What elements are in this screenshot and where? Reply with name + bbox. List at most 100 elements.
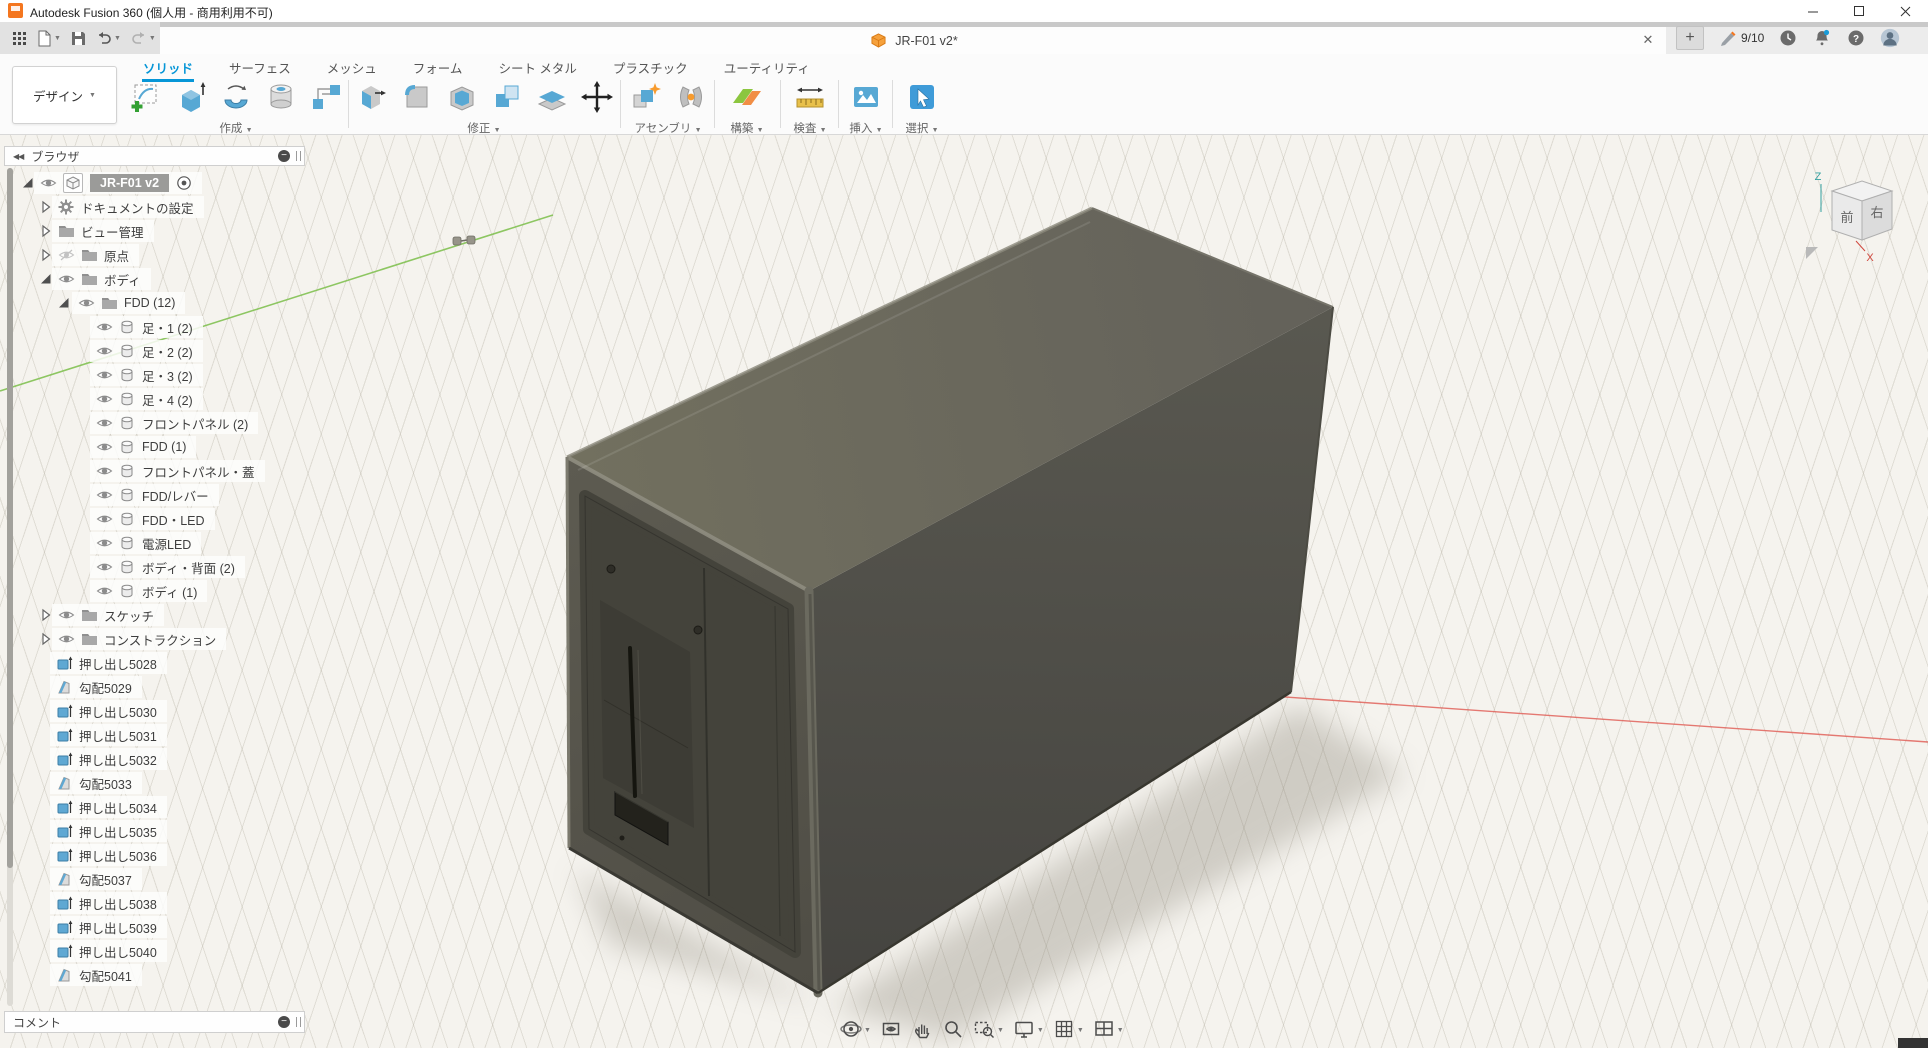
comments-minimize-icon[interactable]: − bbox=[278, 1016, 290, 1028]
clock-icon[interactable] bbox=[1778, 28, 1798, 48]
feature-row[interactable]: 押し出し5036 bbox=[0, 843, 330, 867]
visibility-eye-icon[interactable] bbox=[96, 535, 112, 551]
activate-radio-icon[interactable] bbox=[176, 175, 192, 191]
visibility-eye-icon[interactable] bbox=[96, 487, 112, 503]
visibility-eye-icon[interactable] bbox=[58, 631, 74, 647]
group-label[interactable]: アセンブリ ▼ bbox=[624, 120, 712, 136]
new-tab-button[interactable]: + bbox=[1676, 26, 1704, 50]
feature-row[interactable]: 押し出し5032 bbox=[0, 747, 330, 771]
visibility-eye-icon[interactable] bbox=[96, 439, 112, 455]
ribbon-tab-3[interactable]: メッシュ bbox=[326, 56, 378, 79]
avatar[interactable] bbox=[1880, 28, 1900, 48]
group-label[interactable]: 挿入 ▼ bbox=[840, 120, 892, 136]
tree-row[interactable]: FDD・LED bbox=[0, 507, 330, 531]
feature-row[interactable]: 押し出し5035 bbox=[0, 819, 330, 843]
joint-tool[interactable] bbox=[672, 78, 710, 116]
help-icon[interactable]: ? bbox=[1846, 28, 1866, 48]
tree-row[interactable]: 足・4 (2) bbox=[0, 387, 330, 411]
tree-row[interactable]: FDD/レバー bbox=[0, 483, 330, 507]
collapse-arrow-icon[interactable] bbox=[56, 295, 72, 311]
fillet-tool[interactable] bbox=[398, 78, 436, 116]
visibility-eye-icon[interactable] bbox=[96, 511, 112, 527]
visibility-eye-icon[interactable] bbox=[96, 463, 112, 479]
feature-row[interactable]: 押し出し5028 bbox=[0, 651, 330, 675]
feature-row[interactable]: 押し出し5030 bbox=[0, 699, 330, 723]
visibility-eye-icon[interactable] bbox=[96, 559, 112, 575]
maximize-button[interactable] bbox=[1836, 0, 1882, 22]
tree-row[interactable]: FDD (1) bbox=[0, 435, 330, 459]
job-status[interactable]: 9/10 bbox=[1718, 28, 1764, 48]
ribbon-tab-6[interactable]: プラスチック bbox=[612, 56, 689, 79]
display-settings-button[interactable]: ▼ bbox=[1013, 1018, 1044, 1043]
visibility-eye-icon[interactable] bbox=[40, 175, 56, 191]
visibility-eye-icon[interactable] bbox=[78, 295, 94, 311]
app-grid-button[interactable] bbox=[8, 28, 30, 48]
feature-row[interactable]: 勾配5037 bbox=[0, 867, 330, 891]
pan-button[interactable] bbox=[911, 1018, 933, 1043]
move-tool[interactable] bbox=[578, 78, 616, 116]
shell-tool[interactable] bbox=[443, 78, 481, 116]
grid-settings-button[interactable]: ▼ bbox=[1053, 1018, 1084, 1043]
tree-row[interactable]: 電源LED bbox=[0, 531, 330, 555]
construction-plane-tool[interactable] bbox=[728, 78, 766, 116]
extrude-tool[interactable] bbox=[172, 78, 210, 116]
visibility-eye-icon[interactable] bbox=[96, 415, 112, 431]
undo-button[interactable]: ▼ bbox=[93, 29, 124, 47]
tree-row[interactable]: JR-F01 v2 bbox=[0, 171, 330, 195]
fit-button[interactable]: ▼ bbox=[973, 1018, 1004, 1043]
comments-grip-handle[interactable] bbox=[296, 1017, 301, 1027]
insert-tool[interactable] bbox=[847, 78, 885, 116]
ribbon-tab-7[interactable]: ユーティリティ bbox=[723, 56, 811, 79]
tree-row[interactable]: ビュー管理 bbox=[0, 219, 330, 243]
viewports-button[interactable]: ▼ bbox=[1093, 1018, 1124, 1043]
feature-row[interactable]: 勾配5029 bbox=[0, 675, 330, 699]
tree-row[interactable]: ボディ・背面 (2) bbox=[0, 555, 330, 579]
tree-row[interactable]: フロントパネル (2) bbox=[0, 411, 330, 435]
document-tab[interactable]: JR-F01 v2* ✕ bbox=[160, 27, 1666, 54]
rectangular-pattern-tool[interactable] bbox=[307, 78, 345, 116]
tab-close-icon[interactable]: ✕ bbox=[1640, 32, 1656, 48]
combine-tool[interactable] bbox=[488, 78, 526, 116]
tree-row[interactable]: FDD (12) bbox=[0, 291, 330, 315]
close-button[interactable] bbox=[1882, 0, 1928, 22]
group-label[interactable]: 構築 ▼ bbox=[716, 120, 778, 136]
tree-row[interactable]: 足・2 (2) bbox=[0, 339, 330, 363]
panel-grip-handle[interactable] bbox=[296, 151, 301, 161]
zoom-button[interactable] bbox=[942, 1018, 964, 1043]
redo-button[interactable]: ▼ bbox=[128, 29, 159, 47]
visibility-eye-icon[interactable] bbox=[96, 391, 112, 407]
panel-minimize-icon[interactable]: − bbox=[278, 150, 290, 162]
visibility-eye-icon[interactable] bbox=[96, 367, 112, 383]
browser-panel-header[interactable]: ◀◀ ブラウザ − bbox=[4, 146, 305, 166]
visibility-eye-icon[interactable] bbox=[96, 319, 112, 335]
workspace-selector[interactable]: デザイン▼ bbox=[12, 66, 117, 124]
ribbon-tab-1[interactable]: ソリッド bbox=[142, 56, 194, 79]
feature-row[interactable]: 押し出し5039 bbox=[0, 915, 330, 939]
ribbon-tab-4[interactable]: フォーム bbox=[412, 56, 464, 79]
orbit-button[interactable]: ▼ bbox=[840, 1018, 871, 1043]
measure-tool[interactable] bbox=[791, 78, 829, 116]
visibility-eye-icon[interactable] bbox=[58, 247, 74, 263]
press-pull-tool[interactable] bbox=[353, 78, 391, 116]
save-button[interactable] bbox=[68, 29, 89, 48]
collapse-panel-icon[interactable]: ◀◀ bbox=[13, 152, 23, 161]
tree-row[interactable]: ボディ (1) bbox=[0, 579, 330, 603]
comments-panel-header[interactable]: コメント − bbox=[4, 1011, 305, 1033]
minimize-button[interactable] bbox=[1790, 0, 1836, 22]
select-tool[interactable] bbox=[903, 78, 941, 116]
group-label[interactable]: 作成 ▼ bbox=[122, 120, 350, 136]
ribbon-tab-2[interactable]: サーフェス bbox=[228, 56, 292, 79]
tree-row[interactable]: フロントパネル・蓋 bbox=[0, 459, 330, 483]
file-new-button[interactable]: ▼ bbox=[34, 28, 64, 49]
feature-row[interactable]: 押し出し5040 bbox=[0, 939, 330, 963]
group-label[interactable]: 検査 ▼ bbox=[784, 120, 836, 136]
ribbon-tab-5[interactable]: シート メタル bbox=[497, 56, 577, 79]
tree-row[interactable]: コンストラクション bbox=[0, 627, 330, 651]
group-label[interactable]: 修正 ▼ bbox=[352, 120, 616, 136]
feature-row[interactable]: 押し出し5034 bbox=[0, 795, 330, 819]
offset-face-tool[interactable] bbox=[533, 78, 571, 116]
tree-row[interactable]: ドキュメントの設定 bbox=[0, 195, 330, 219]
tree-row[interactable]: スケッチ bbox=[0, 603, 330, 627]
visibility-eye-icon[interactable] bbox=[58, 271, 74, 287]
notifications-bell-icon[interactable] bbox=[1812, 28, 1832, 48]
